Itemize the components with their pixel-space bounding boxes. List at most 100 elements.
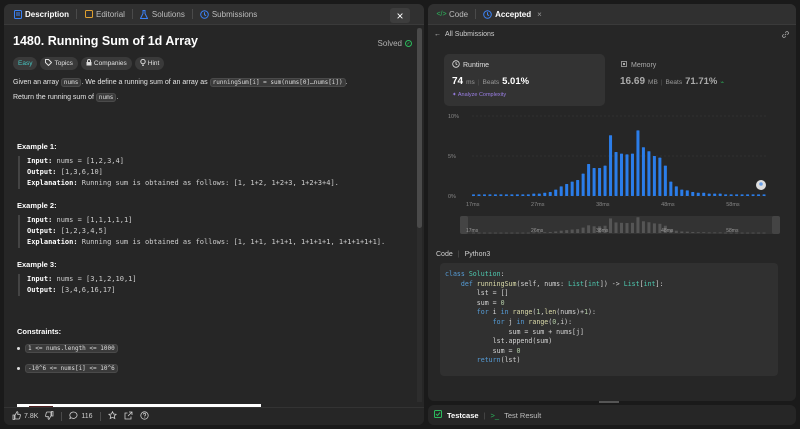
overview-bar (587, 225, 591, 233)
tab-label: Description (25, 9, 70, 19)
desc-text: Return the running sum of (13, 94, 96, 101)
bar (696, 192, 700, 196)
code-token: 0 (516, 346, 521, 355)
bar (751, 194, 755, 196)
like-count: 7.8K (24, 413, 39, 420)
constraint-item: -10^6 <= nums[i] <= 10^6 (17, 364, 118, 373)
tab-submissions[interactable]: Submissions (197, 10, 260, 19)
bar (625, 154, 629, 196)
bar (554, 189, 558, 196)
tab-divider (76, 9, 78, 19)
overview-bar (570, 229, 574, 233)
divider (61, 412, 63, 421)
output-label: Output: (27, 286, 57, 294)
topics-button[interactable]: Topics (40, 57, 78, 70)
code-token: ,i): (556, 317, 573, 326)
divider: | (477, 79, 480, 86)
overview-bar (718, 232, 722, 234)
overview-bar (614, 222, 618, 233)
tab-label: Accepted (495, 9, 532, 19)
bar (680, 189, 684, 196)
close-button[interactable]: × (390, 8, 410, 23)
overview-bar (510, 232, 514, 234)
code-line: sum = 0 (445, 299, 773, 309)
code-token: sum = sum + nums[j] (445, 327, 584, 336)
input-value: nums = [1,2,3,4] (52, 157, 124, 165)
tab-solutions[interactable]: Solutions (137, 9, 188, 19)
overview-bar (740, 232, 744, 234)
beats-label: Beats (482, 79, 500, 86)
overview-bar (559, 230, 563, 233)
help-icon[interactable] (139, 411, 149, 422)
code-token: range (528, 317, 549, 326)
x-tick-label: 58ms (726, 202, 740, 208)
example-line: Input: nums = [3,1,2,10,1] (27, 274, 137, 285)
star-icon[interactable] (107, 410, 117, 422)
right-tabbar: </> Code Accepted × (428, 4, 796, 25)
overview-tick-label: 26ms (531, 228, 544, 234)
overview-bar (636, 217, 640, 233)
tab-editorial[interactable]: Editorial (81, 10, 128, 19)
tab-close-icon[interactable]: × (537, 10, 542, 19)
overview-bar (548, 232, 552, 233)
memory-title: Memory (631, 61, 657, 69)
overview-bar (565, 230, 569, 233)
inline-code: -10^6 <= nums[i] <= 10^6 (25, 364, 118, 373)
runtime-value: 74 (452, 76, 464, 87)
breadcrumb[interactable]: ← All Submissions (434, 31, 494, 38)
dislike-button[interactable] (45, 411, 54, 422)
bar (543, 192, 547, 196)
link-icon[interactable] (781, 30, 790, 41)
constraints-title: Constraints: (17, 327, 62, 336)
like-button[interactable]: 7.8K (12, 411, 38, 422)
runtime-card[interactable]: Runtime 74 ms | Beats 5.01% ✦ Analyze Co… (444, 54, 605, 106)
x-tick-label: 48ms (661, 202, 675, 208)
tab-label: Editorial (96, 9, 125, 19)
code-icon: </> (436, 10, 447, 18)
analyze-label: Analyze Complexity (457, 92, 507, 98)
tab-description[interactable]: Description (10, 9, 72, 19)
code-line: return(lst) (445, 356, 773, 366)
tag-icon (45, 59, 53, 68)
flask-icon (140, 9, 149, 19)
output-label: Output: (27, 227, 57, 235)
bar (718, 193, 722, 196)
analyze-complexity-link[interactable]: ✦ Analyze Complexity (452, 92, 597, 98)
trend-icon: ⌁ (720, 80, 724, 86)
thumbs-down-icon (45, 411, 54, 422)
scrollbar-thumb[interactable] (417, 28, 422, 228)
memory-card[interactable]: Memory 16.69 MB | Beats 71.71% ⌁ (614, 54, 779, 106)
tab-label: Submissions (211, 9, 258, 19)
share-icon[interactable] (124, 411, 133, 422)
tab-testcase[interactable]: Testcase (447, 411, 479, 420)
overview-bar (499, 232, 503, 234)
tab-accepted[interactable]: Accepted × (480, 10, 545, 19)
tab-code[interactable]: </> Code (434, 10, 471, 19)
overview-bar (554, 231, 558, 233)
runtime-beats: 5.01% (502, 76, 530, 87)
inline-code: 1 <= nums.length <= 1000 (25, 344, 118, 353)
status-label: Solved (377, 39, 402, 48)
bar (641, 147, 645, 196)
bar (702, 192, 706, 196)
explanation-label: Explanation: (27, 238, 78, 246)
comments-button[interactable]: 116 (69, 411, 93, 422)
memory-beats: 71.71% (685, 76, 718, 87)
bar (636, 130, 640, 196)
input-value: nums = [1,1,1,1,1] (52, 216, 133, 224)
overview-bar (609, 218, 613, 233)
hint-button[interactable]: Hint (134, 57, 165, 70)
divider: | (483, 410, 486, 420)
bar (707, 193, 711, 196)
tab-test-result[interactable]: Test Result (504, 411, 541, 420)
resize-handle[interactable] (599, 401, 619, 403)
companies-button[interactable]: Companies (80, 57, 132, 70)
bar (581, 173, 585, 196)
code-line: for j in range(0,i): (445, 318, 773, 328)
explanation-value: Running sum is obtained as follows: [1, … (77, 238, 386, 246)
example-line: Output: [3,4,6,16,17] (27, 285, 137, 296)
explanation-label: Explanation: (27, 179, 78, 187)
bar (674, 186, 678, 196)
